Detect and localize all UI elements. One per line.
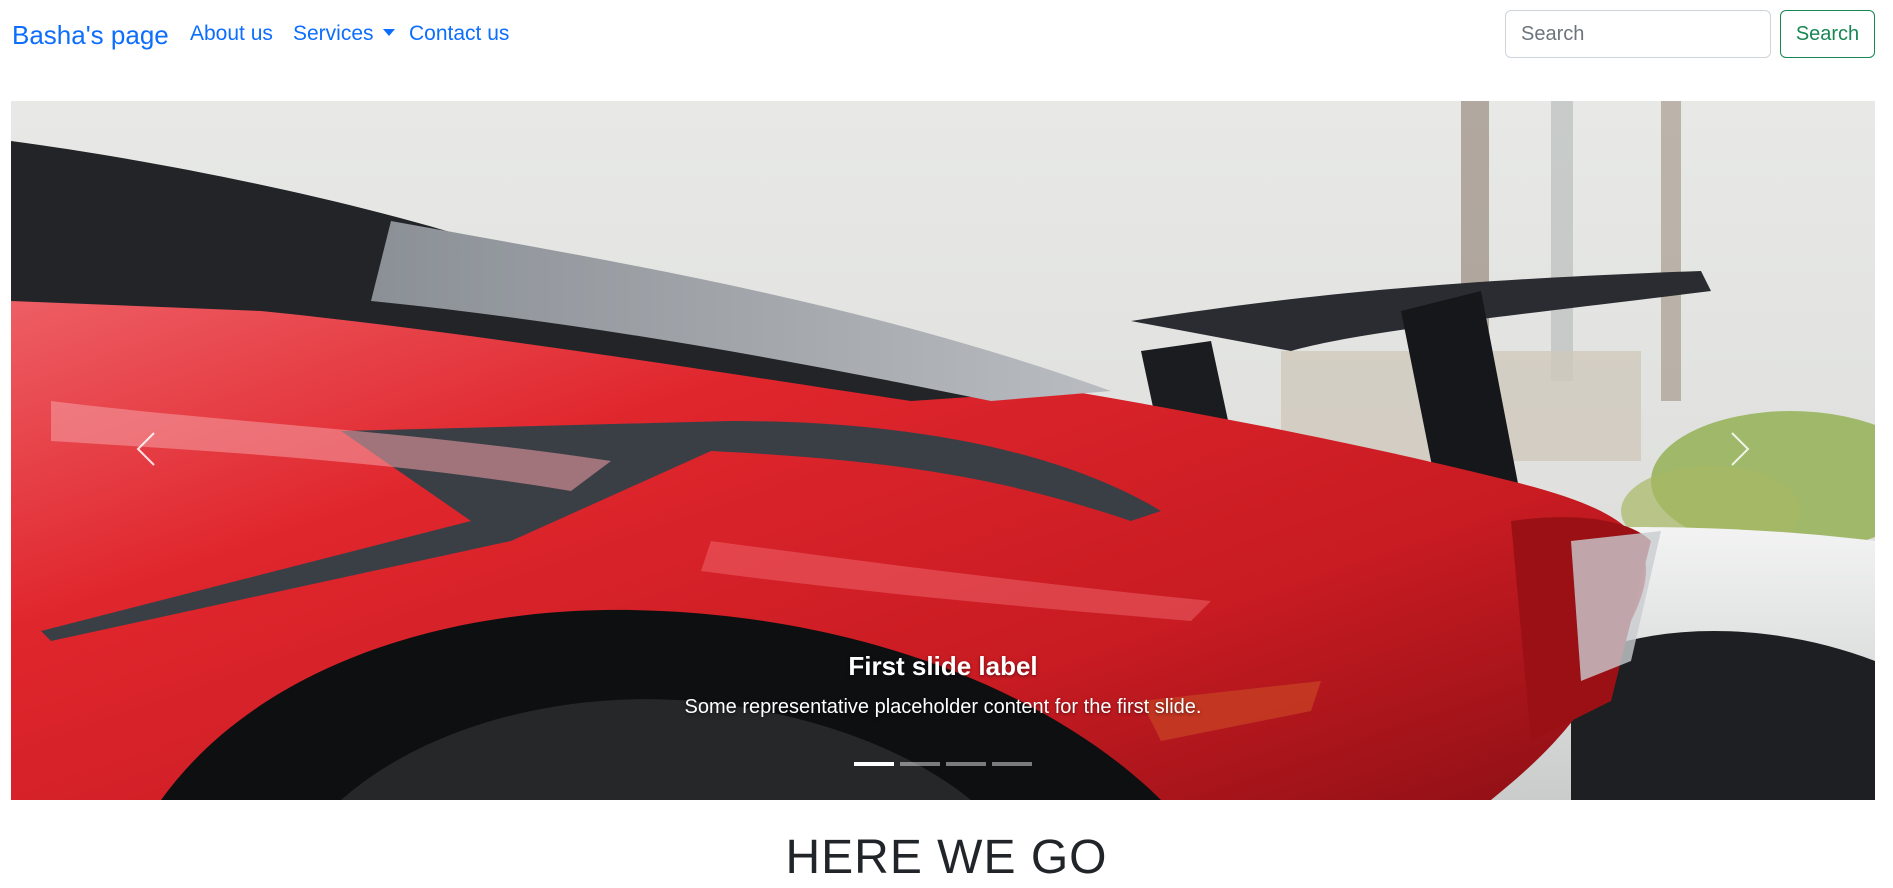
brand-link[interactable]: Basha's page: [12, 19, 169, 51]
nav-link-about-us[interactable]: About us: [190, 20, 273, 48]
carousel-indicator-3[interactable]: [946, 762, 986, 766]
caption-text: Some representative placeholder content …: [684, 696, 1202, 718]
search-button[interactable]: Search: [1780, 10, 1875, 58]
nav-dropdown-services[interactable]: Services: [293, 20, 395, 48]
carousel-indicators: [11, 762, 1875, 766]
chevron-right-icon: [1731, 432, 1750, 466]
section-heading: HERE WE GO: [785, 831, 1108, 884]
carousel-indicator-4[interactable]: [992, 762, 1032, 766]
nav-services-label: Services: [293, 22, 374, 45]
chevron-left-icon: [136, 432, 155, 466]
nav-link-contact-us[interactable]: Contact us: [409, 20, 509, 48]
search-input[interactable]: [1505, 10, 1771, 58]
carousel-indicator-1[interactable]: [854, 762, 894, 766]
caret-down-icon: [382, 29, 395, 36]
carousel-caption: First slide label Some representative pl…: [11, 649, 1875, 721]
caption-title: First slide label: [848, 651, 1038, 681]
carousel-indicator-2[interactable]: [900, 762, 940, 766]
carousel: First slide label Some representative pl…: [11, 101, 1875, 800]
navbar: Basha's page About us Services Contact u…: [0, 0, 1893, 70]
